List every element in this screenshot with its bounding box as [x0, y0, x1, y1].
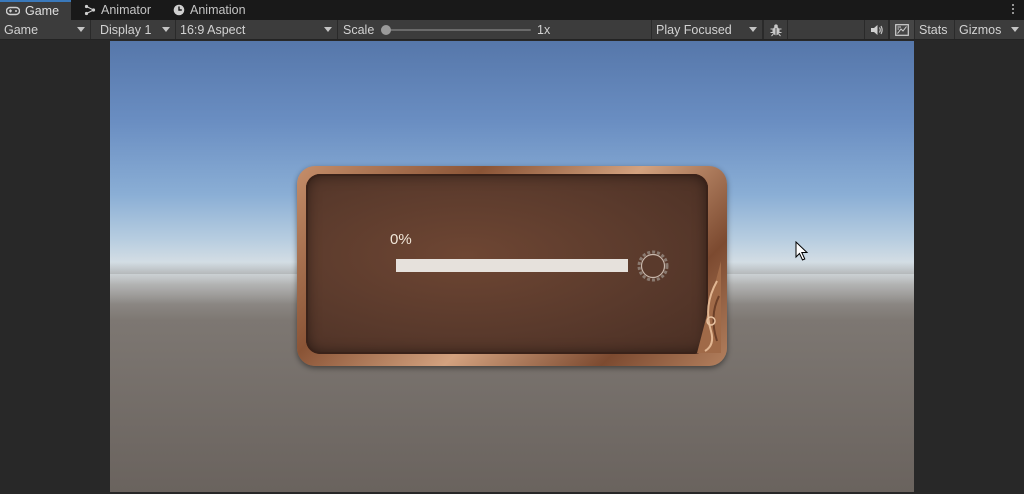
loading-percent-text: 0%	[390, 231, 412, 248]
chevron-down-icon	[1011, 27, 1019, 32]
speaker-icon[interactable]	[864, 20, 889, 39]
loading-spinner-icon	[637, 250, 669, 282]
play-mode-label: Play Focused	[656, 22, 732, 37]
loading-progress-bar	[396, 259, 628, 272]
maximize-icon[interactable]	[889, 20, 915, 39]
chevron-down-icon	[324, 27, 332, 32]
scale-label: Scale	[343, 22, 375, 37]
gizmos-dropdown[interactable]	[1005, 20, 1024, 39]
more-options-icon[interactable]	[1010, 2, 1016, 16]
tab-label: Animation	[190, 3, 246, 17]
tab-animation[interactable]: Animation	[167, 0, 252, 20]
stats-button[interactable]: Stats	[915, 20, 955, 39]
aspect-label: 16:9 Aspect	[180, 22, 246, 37]
display-label: Display 1	[100, 22, 152, 37]
chevron-down-icon	[749, 27, 757, 32]
mouse-cursor-icon	[795, 240, 809, 264]
gizmos-label: Gizmos	[959, 22, 1002, 37]
scale-value: 1x	[537, 22, 551, 37]
display-dropdown[interactable]: Display 1	[96, 20, 176, 39]
scale-slider-track[interactable]	[385, 29, 531, 31]
play-mode-dropdown[interactable]: Play Focused	[652, 20, 763, 39]
clock-icon	[173, 4, 185, 16]
tab-label: Game	[25, 4, 60, 18]
tab-label: Animator	[101, 3, 152, 17]
tab-game[interactable]: Game	[0, 0, 71, 20]
tab-animator[interactable]: Animator	[78, 0, 157, 20]
gamepad-icon	[6, 6, 20, 16]
gizmos-button[interactable]: Gizmos	[955, 20, 1005, 39]
scale-slider-handle[interactable]	[381, 25, 391, 35]
view-mode-dropdown[interactable]: Game	[0, 20, 91, 39]
loading-progress-fill	[396, 259, 628, 272]
view-mode-label: Game	[4, 22, 39, 37]
aspect-dropdown[interactable]: 16:9 Aspect	[176, 20, 338, 39]
chevron-down-icon	[162, 27, 170, 32]
stats-label: Stats	[919, 22, 948, 37]
chevron-down-icon	[77, 27, 85, 32]
ornament-icon	[697, 261, 721, 353]
game-view-toolbar: Game Display 1 16:9 Aspect Scale 1x Play…	[0, 20, 1024, 40]
bug-icon[interactable]	[763, 20, 788, 39]
editor-tab-bar: Game Animator Animation	[0, 0, 1024, 20]
animator-icon	[84, 4, 96, 16]
game-render[interactable]: 0%	[110, 41, 914, 492]
